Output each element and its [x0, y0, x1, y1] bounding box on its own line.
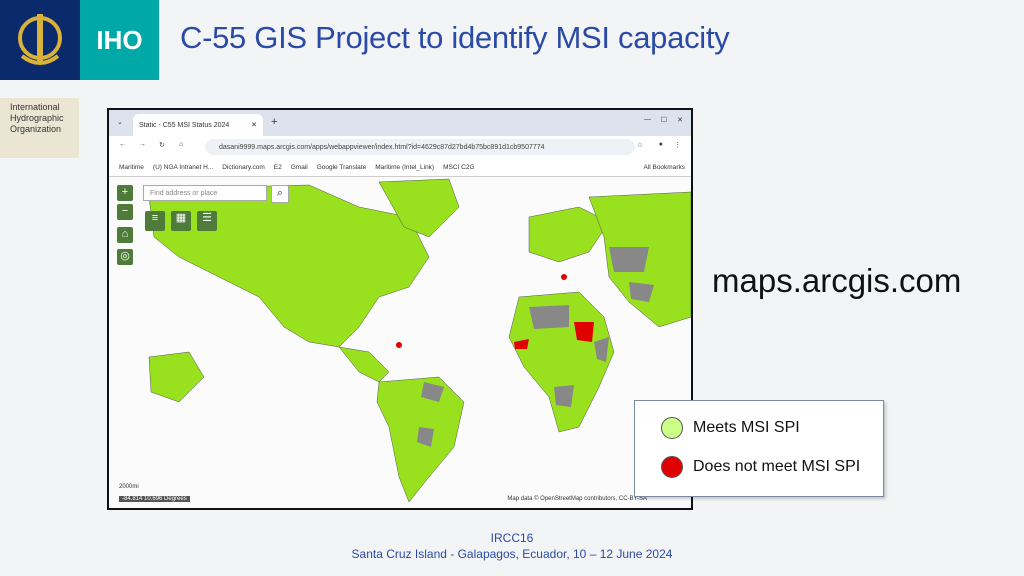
world-map[interactable]: + − ⌂ ◎ Find address or place ⌕ ≡ ▦ ☰ 20…: [109, 177, 691, 508]
bookmark-item[interactable]: E2: [274, 164, 282, 171]
url-field[interactable]: dasani9999.maps.arcgis.com/apps/webappvi…: [205, 139, 635, 155]
map-search-input[interactable]: Find address or place: [143, 185, 267, 201]
scale-bar: 2000mi: [119, 484, 139, 490]
bookmark-item[interactable]: Google Translate: [317, 164, 367, 171]
slide-title: C-55 GIS Project to identify MSI capacit…: [180, 20, 730, 55]
browser-tab-bar: ⌄ Static - C55 MSI Status 2024 ✕ + — ☐ ✕: [109, 110, 691, 136]
zoom-in-button[interactable]: +: [117, 185, 133, 201]
iho-logo-text: IHO: [80, 0, 159, 80]
locate-button[interactable]: ◎: [117, 249, 133, 265]
maps-arcgis-label: maps.arcgis.com: [712, 262, 962, 299]
bookmark-item[interactable]: Maritime (Intel_Link): [375, 164, 434, 171]
legend-icon[interactable]: ☰: [197, 211, 217, 231]
iho-emblem-logo: [0, 0, 80, 80]
slide-footer: IRCC16 Santa Cruz Island - Galapagos, Ec…: [0, 530, 1024, 562]
legend-item-meets: Meets MSI SPI: [661, 417, 800, 439]
legend-box: Meets MSI SPI Does not meet MSI SPI: [634, 400, 884, 497]
search-icon[interactable]: ⌕: [271, 185, 289, 203]
bookmark-item[interactable]: Dictionary.com: [222, 164, 265, 171]
zoom-out-button[interactable]: −: [117, 204, 133, 220]
window-close-icon[interactable]: ✕: [677, 116, 683, 124]
basemap-gallery-icon[interactable]: ▦: [171, 211, 191, 231]
footer-event: IRCC16: [490, 531, 534, 545]
coordinate-readout: -84.814 10.696 Degrees: [119, 496, 190, 502]
green-swatch-icon: [661, 417, 683, 439]
new-tab-icon[interactable]: +: [271, 116, 277, 128]
browser-tab[interactable]: Static - C55 MSI Status 2024 ✕: [133, 114, 263, 136]
forward-icon[interactable]: →: [139, 141, 146, 148]
home-extent-button[interactable]: ⌂: [117, 227, 133, 243]
bookmark-item[interactable]: Gmail: [291, 164, 308, 171]
url-text: dasani9999.maps.arcgis.com/apps/webappvi…: [219, 143, 545, 151]
map-attribution: Map data © OpenStreetMap contributors, C…: [507, 496, 647, 502]
tab-title: Static - C55 MSI Status 2024: [139, 121, 230, 129]
close-icon[interactable]: ✕: [251, 121, 257, 129]
organization-name: International Hydrographic Organization: [0, 98, 79, 158]
bookmark-item[interactable]: (U) NGA Intranet H...: [153, 164, 213, 171]
bookmark-item[interactable]: All Bookmarks: [643, 164, 685, 171]
profile-icon[interactable]: ●: [659, 141, 663, 148]
red-swatch-icon: [661, 456, 683, 478]
maximize-icon[interactable]: ☐: [661, 116, 667, 124]
bookmark-item[interactable]: MSCI C2G: [443, 164, 474, 171]
browser-screenshot: ⌄ Static - C55 MSI Status 2024 ✕ + — ☐ ✕…: [107, 108, 693, 510]
tab-list-icon[interactable]: ⌄: [117, 118, 123, 126]
reload-icon[interactable]: ↻: [159, 141, 165, 149]
minimize-icon[interactable]: —: [644, 116, 651, 123]
layers-icon[interactable]: ≡: [145, 211, 165, 231]
bookmarks-bar: Maritime (U) NGA Intranet H... Dictionar…: [109, 158, 691, 177]
home-icon[interactable]: ⌂: [179, 141, 183, 148]
bookmark-item[interactable]: Maritime: [119, 164, 144, 171]
back-icon[interactable]: ←: [119, 141, 126, 148]
menu-icon[interactable]: ⋮: [674, 141, 681, 149]
legend-item-not-meet: Does not meet MSI SPI: [661, 456, 860, 478]
address-bar-row: ← → ↻ ⌂ dasani9999.maps.arcgis.com/apps/…: [109, 136, 691, 158]
footer-location-date: Santa Cruz Island - Galapagos, Ecuador, …: [351, 547, 673, 561]
bookmark-star-icon[interactable]: ☆: [637, 141, 643, 149]
